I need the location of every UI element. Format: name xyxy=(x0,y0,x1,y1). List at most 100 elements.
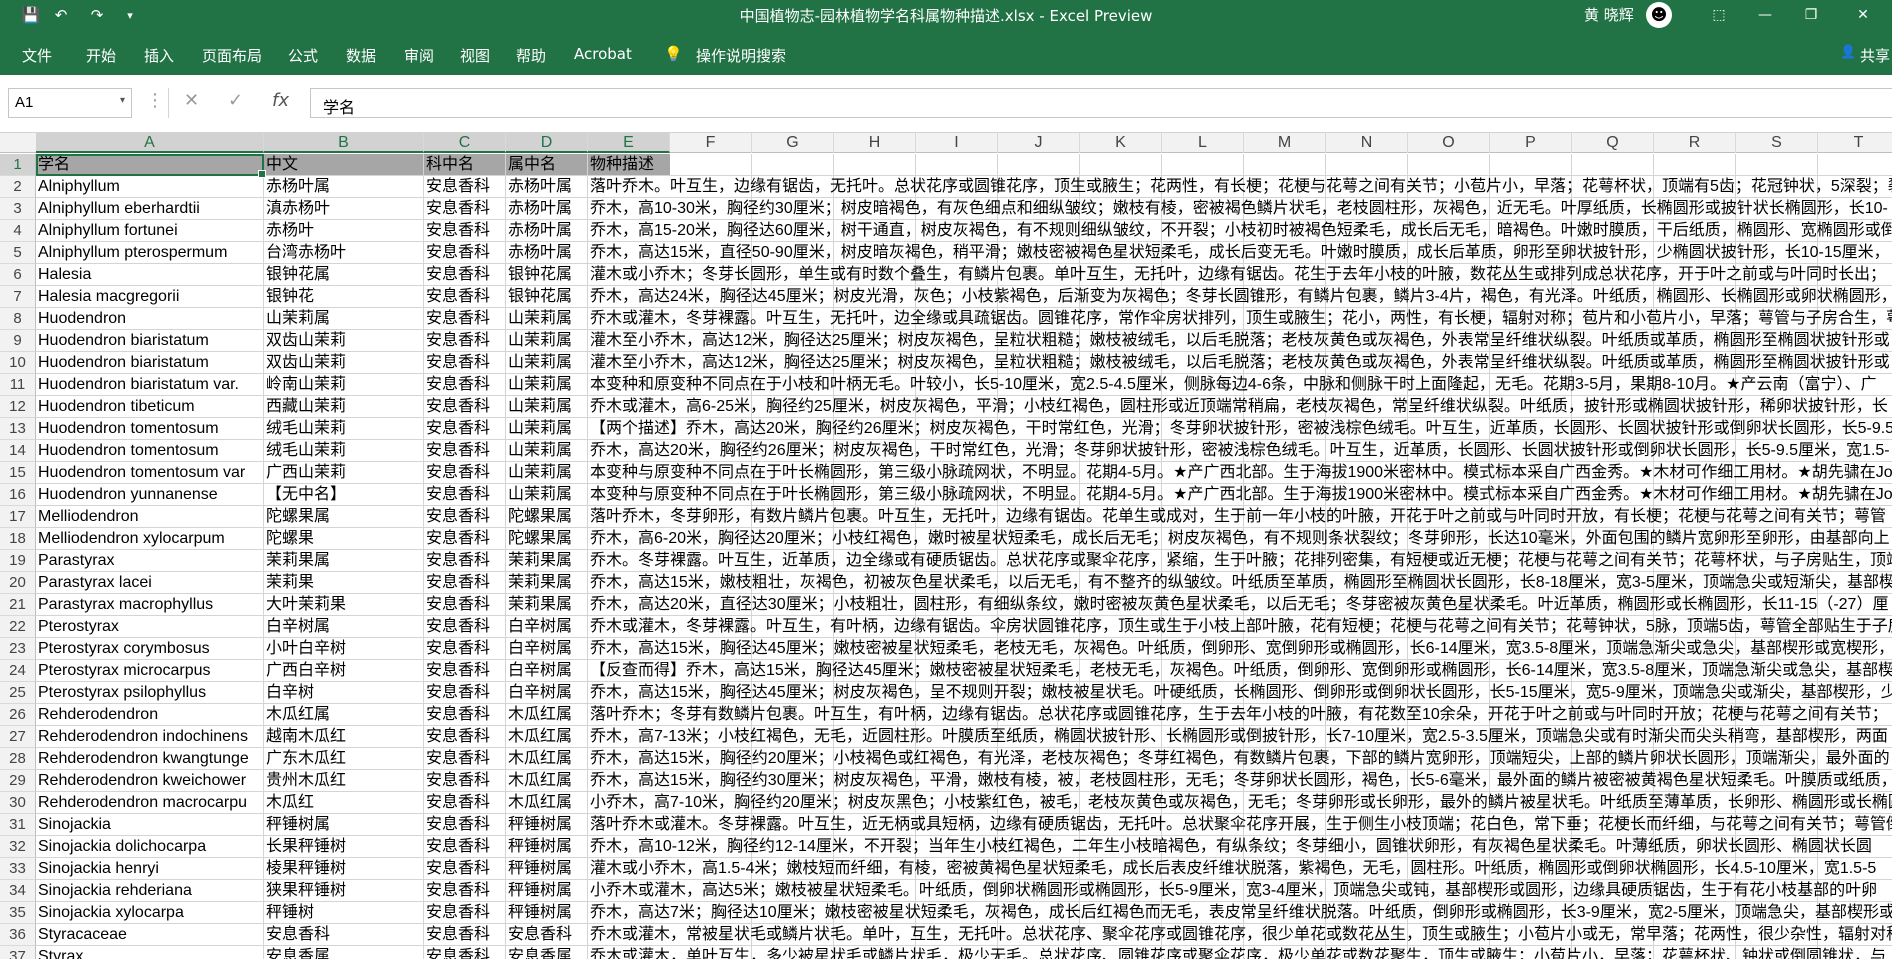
share-button[interactable]: 共享 xyxy=(1860,45,1890,66)
grid-cell[interactable] xyxy=(834,154,916,176)
user-name[interactable]: 黄 晓辉 xyxy=(1584,4,1634,25)
grid-cell[interactable]: 【两个描述】乔木，高达20米，胸径约26厘米；树皮灰褐色，干时常红色，光滑；冬芽… xyxy=(588,418,1892,440)
row-header[interactable]: 7 xyxy=(0,286,36,308)
grid-cell[interactable]: 绒毛山茉莉 xyxy=(264,440,424,462)
grid-cell[interactable]: 安息香科 xyxy=(424,572,506,594)
row-header[interactable]: 12 xyxy=(0,396,36,418)
grid-cell[interactable]: 山茉莉属 xyxy=(506,396,588,418)
grid-cell[interactable]: 狭果秤锤树 xyxy=(264,880,424,902)
grid-cell[interactable]: 白辛树属 xyxy=(264,616,424,638)
column-header-b[interactable]: B xyxy=(264,133,424,153)
grid-cell[interactable]: 安息香科 xyxy=(424,594,506,616)
column-header-s[interactable]: S xyxy=(1736,133,1818,153)
grid-cell[interactable]: Huodendron tibeticum xyxy=(36,396,264,418)
redo-icon[interactable]: ↷ xyxy=(86,4,108,26)
grid-cell[interactable]: 安息香属 xyxy=(264,946,424,959)
grid-cell[interactable] xyxy=(1572,154,1654,176)
tab-insert[interactable]: 插入 xyxy=(144,45,174,66)
grid-cell[interactable]: Rehderodendron kwangtunge xyxy=(36,748,264,770)
grid-cell[interactable]: Melliodendron xylocarpum xyxy=(36,528,264,550)
grid-cell[interactable]: 台湾赤杨叶 xyxy=(264,242,424,264)
grid-cell[interactable]: 安息香科 xyxy=(264,924,424,946)
grid-cell[interactable]: 茉莉果 xyxy=(264,572,424,594)
column-header-h[interactable]: H xyxy=(834,133,916,153)
formula-input[interactable]: 学名 xyxy=(310,88,1892,118)
grid-cell[interactable]: Sinojackia dolichocarpa xyxy=(36,836,264,858)
column-header-l[interactable]: L xyxy=(1162,133,1244,153)
tab-data[interactable]: 数据 xyxy=(346,45,376,66)
save-icon[interactable]: 💾 xyxy=(20,4,42,26)
grid-cell[interactable]: Halesia macgregorii xyxy=(36,286,264,308)
grid-cell[interactable]: 安息香科 xyxy=(424,726,506,748)
grid-cell[interactable]: 【无中名】 xyxy=(264,484,424,506)
grid-cell[interactable]: 灌木或小乔木，高1.5-4米；嫩枝短而纤细，有棱，密被黄褐色星状短柔毛，成长后表… xyxy=(588,858,1876,880)
grid-cell[interactable] xyxy=(916,154,998,176)
row-header[interactable]: 1 xyxy=(0,154,36,176)
tell-me-search[interactable]: 操作说明搜索 xyxy=(696,45,786,66)
grid-cell[interactable]: 山茉莉属 xyxy=(506,440,588,462)
grid-cell[interactable]: 乔木，高10-30米，胸径约30厘米；树皮暗褐色，有灰色细点和细纵皱纹；嫩枝有棱… xyxy=(588,198,1888,220)
grid-cell[interactable]: Pterostyrax corymbosus xyxy=(36,638,264,660)
tab-home[interactable]: 开始 xyxy=(86,45,116,66)
grid-cell[interactable]: Huodendron yunnanense xyxy=(36,484,264,506)
grid-cell[interactable]: Alniphyllum pterospermum xyxy=(36,242,264,264)
row-header[interactable]: 2 xyxy=(0,176,36,198)
row-header[interactable]: 5 xyxy=(0,242,36,264)
cancel-icon[interactable]: ✕ xyxy=(184,90,199,111)
grid-cell[interactable]: 秤锤树 xyxy=(264,902,424,924)
grid-cell[interactable]: 茉莉果属 xyxy=(264,550,424,572)
tab-review[interactable]: 审阅 xyxy=(404,45,434,66)
column-header-o[interactable]: O xyxy=(1408,133,1490,153)
grid-cell[interactable]: 安息香科 xyxy=(424,220,506,242)
grid-cell[interactable]: 木瓜红属 xyxy=(506,726,588,748)
grid-cell[interactable]: 安息香科 xyxy=(424,352,506,374)
column-header-p[interactable]: P xyxy=(1490,133,1572,153)
row-header[interactable]: 34 xyxy=(0,880,36,902)
grid-cell[interactable]: 安息香科 xyxy=(424,396,506,418)
grid-cell[interactable]: 学名 xyxy=(36,154,264,176)
grid-cell[interactable]: 安息香科 xyxy=(424,814,506,836)
grid-cell[interactable]: 赤杨叶属 xyxy=(506,198,588,220)
tab-formulas[interactable]: 公式 xyxy=(288,45,318,66)
chevron-down-icon[interactable]: ▾ xyxy=(120,95,125,106)
grid-cell[interactable]: Parastyrax xyxy=(36,550,264,572)
grid-cell[interactable]: 落叶乔木；冬芽有数鳞片包裹。叶互生，有叶柄，边缘有锯齿。总状花序或圆锥花序，生于… xyxy=(588,704,1888,726)
grid-cell[interactable]: 乔木，高达20米，直径达30厘米；小枝粗壮，圆柱形，有细纵条纹，嫩时密被灰黄色星… xyxy=(588,594,1888,616)
row-header[interactable]: 9 xyxy=(0,330,36,352)
customize-qat-icon[interactable]: ▾ xyxy=(122,4,138,26)
grid-cell[interactable]: 木瓜红属 xyxy=(264,704,424,726)
grid-cell[interactable]: Pterostyrax psilophyllus xyxy=(36,682,264,704)
grid-cell[interactable]: 秤锤树属 xyxy=(506,880,588,902)
grid-cell[interactable]: 岭南山茉莉 xyxy=(264,374,424,396)
grid-cell[interactable]: 安息香科 xyxy=(424,616,506,638)
grid-cell[interactable]: Huodendron tomentosum xyxy=(36,440,264,462)
grid-cell[interactable] xyxy=(1326,154,1408,176)
grid-cell[interactable]: 大叶茉莉果 xyxy=(264,594,424,616)
row-header[interactable]: 11 xyxy=(0,374,36,396)
grid-cell[interactable]: 长果秤锤树 xyxy=(264,836,424,858)
column-header-i[interactable]: I xyxy=(916,133,998,153)
name-box[interactable]: A1 ▾ xyxy=(8,88,132,118)
grid-cell[interactable]: 木瓜红属 xyxy=(506,748,588,770)
column-header-m[interactable]: M xyxy=(1244,133,1326,153)
grid-cell[interactable]: 安息香科 xyxy=(424,242,506,264)
grid-cell[interactable] xyxy=(752,154,834,176)
grid-cell[interactable]: 安息香科 xyxy=(424,924,506,946)
grid-cell[interactable] xyxy=(1244,154,1326,176)
grid-cell[interactable]: 乔木，高10-12米，胸径约12-14厘米，不开裂；当年生小枝红褐色，二年生小枝… xyxy=(588,836,1872,858)
grid-cell[interactable]: 安息香科 xyxy=(424,880,506,902)
grid-cell[interactable]: 白辛树属 xyxy=(506,660,588,682)
grid-cell[interactable]: 山茉莉属 xyxy=(506,418,588,440)
grid-cell[interactable] xyxy=(1080,154,1162,176)
grid-cell[interactable]: 安息香科 xyxy=(424,198,506,220)
ribbon-display-options-icon[interactable]: ⬚ xyxy=(1696,0,1742,30)
grid-cell[interactable]: 乔木或灌木，冬芽裸露。叶互生，无托叶，边全缘或具疏锯齿。圆锥花序，常作伞房状排列… xyxy=(588,308,1892,330)
grid-cell[interactable] xyxy=(1818,154,1892,176)
row-header[interactable]: 19 xyxy=(0,550,36,572)
grid-cell[interactable]: Sinojackia rehderiana xyxy=(36,880,264,902)
grid-cell[interactable]: 陀螺果 xyxy=(264,528,424,550)
grid-cell[interactable] xyxy=(1736,154,1818,176)
column-header-q[interactable]: Q xyxy=(1572,133,1654,153)
row-header[interactable]: 35 xyxy=(0,902,36,924)
grid-cell[interactable]: 乔木或灌木，高6-25米，胸径约25厘米，树皮灰褐色，平滑；小枝红褐色，圆柱形或… xyxy=(588,396,1888,418)
